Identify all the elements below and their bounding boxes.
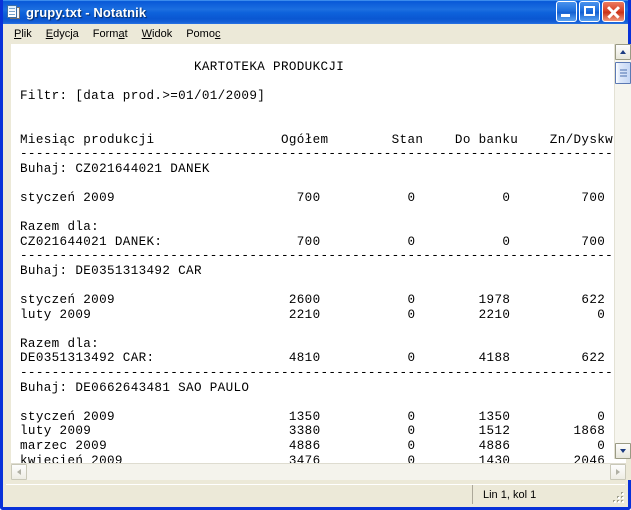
scroll-right-arrow-icon[interactable] [610,464,626,480]
vertical-scroll-track[interactable] [615,60,631,443]
document-text[interactable]: KARTOTEKA PRODUKCJI Filtr: [data prod.>=… [20,60,625,475]
maximize-button[interactable] [579,1,600,22]
status-bar: Lin 1, kol 1 [6,484,625,504]
menu-bar: Plik Edycja Format Widok Pomoc [3,24,628,44]
horizontal-scrollbar[interactable] [11,463,626,480]
vertical-scrollbar[interactable] [614,44,631,459]
notepad-window: grupy.txt - Notatnik Plik Edycja Format … [0,0,631,510]
window-title: grupy.txt - Notatnik [26,4,147,20]
vertical-scroll-thumb[interactable] [615,62,631,84]
cursor-position-indicator: Lin 1, kol 1 [483,488,537,501]
minimize-button[interactable] [556,1,577,22]
scroll-down-arrow-icon[interactable] [615,443,631,459]
text-editor-frame[interactable]: KARTOTEKA PRODUKCJI Filtr: [data prod.>=… [11,44,626,476]
notepad-document-icon [6,4,22,20]
client-area: KARTOTEKA PRODUKCJI Filtr: [data prod.>=… [6,44,631,480]
menu-item-plik[interactable]: Plik [7,26,39,43]
window-controls [556,1,625,22]
menu-item-edycja[interactable]: Edycja [39,26,86,43]
close-button[interactable] [602,1,625,22]
scroll-up-arrow-icon[interactable] [615,44,631,60]
scroll-left-arrow-icon[interactable] [11,464,27,480]
menu-item-format[interactable]: Format [86,26,135,43]
menu-item-widok[interactable]: Widok [135,26,180,43]
menu-item-pomoc[interactable]: Pomoc [179,26,227,43]
status-bar-left-pane [6,485,473,504]
resize-grip-icon[interactable] [612,491,624,503]
title-bar[interactable]: grupy.txt - Notatnik [3,0,628,24]
